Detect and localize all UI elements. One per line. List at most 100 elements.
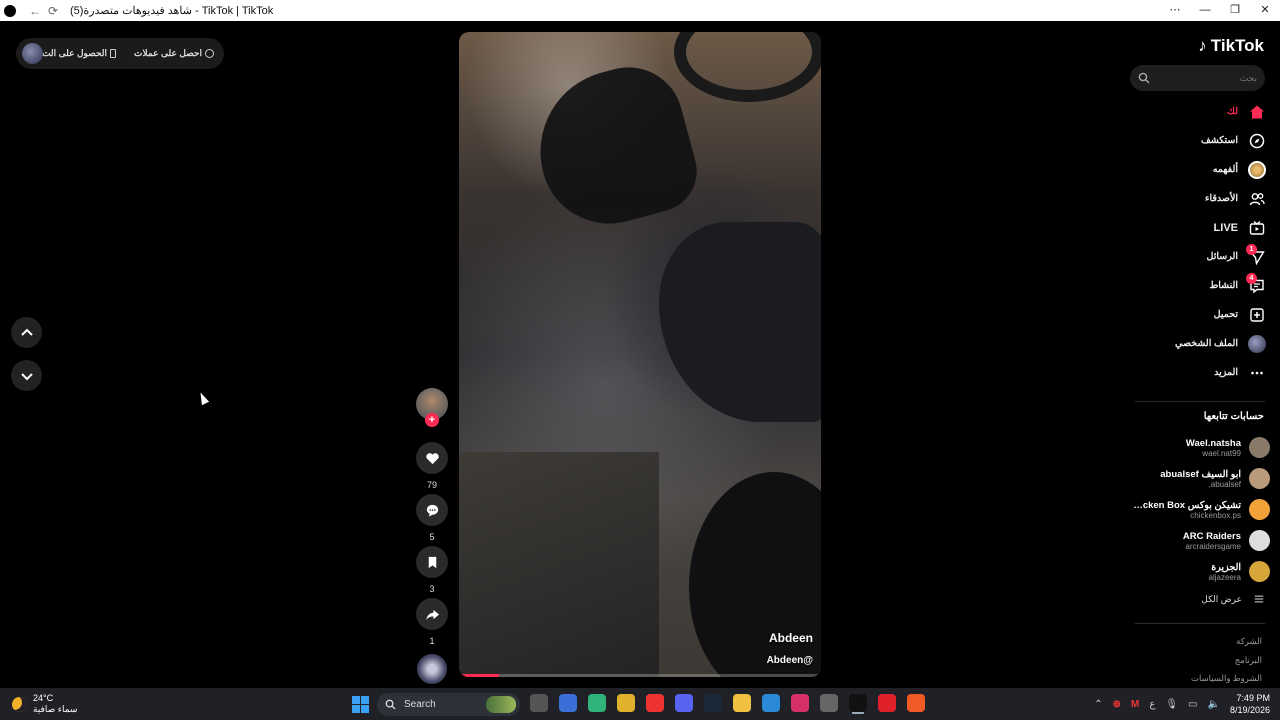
comment-button[interactable] <box>416 494 448 526</box>
app-icon[interactable] <box>588 694 606 712</box>
live-icon <box>1249 220 1265 235</box>
save-button[interactable] <box>416 546 448 578</box>
menu-item-activity[interactable]: 4 النشاط <box>1130 271 1266 300</box>
compass-icon <box>1249 133 1265 148</box>
creator-avatar[interactable]: + <box>416 388 448 427</box>
volume-icon[interactable]: 🔈 <box>1208 699 1220 710</box>
right-sidebar: ♪ TikTok بحث لك استكشف ألفهمه الأصدقاء L… <box>1130 21 1280 688</box>
menu-label-for-you: لك <box>1227 106 1238 117</box>
clock-time: 7:49 PM <box>1236 693 1270 703</box>
steam-icon[interactable] <box>704 694 722 712</box>
chevron-up-icon <box>20 328 33 336</box>
search-input[interactable]: بحث <box>1130 65 1265 91</box>
youtube-icon[interactable] <box>646 694 664 712</box>
home-icon <box>1250 105 1264 118</box>
menu-item-profile[interactable]: الملف الشخصي <box>1130 329 1266 358</box>
heart-icon <box>425 452 439 464</box>
menu-item-for-you[interactable]: لك <box>1130 97 1266 126</box>
language-indicator[interactable]: ع <box>1149 699 1155 710</box>
following-account[interactable]: الجزيرة aljazeera <box>1130 556 1270 587</box>
back-icon[interactable]: ← <box>26 4 44 18</box>
weather-widget[interactable]: 24°C سماء صافية <box>12 693 77 715</box>
store-icon[interactable] <box>559 694 577 712</box>
instagram-icon[interactable] <box>791 694 809 712</box>
menu-item-friends[interactable]: الأصدقاء <box>1130 184 1266 213</box>
minimize-icon[interactable]: — <box>1190 0 1220 21</box>
sidebar-divider <box>1135 401 1265 402</box>
menu-item-upload[interactable]: تحميل <box>1130 300 1266 329</box>
chevron-up-icon[interactable]: ⌃ <box>1094 699 1102 710</box>
next-video-button[interactable] <box>11 360 42 391</box>
following-account[interactable]: ابو السيف abualsef abualsef. <box>1130 463 1270 494</box>
coin-icon <box>205 49 214 58</box>
following-account[interactable]: ARC Raiders arcraidersgame <box>1130 525 1270 556</box>
search-icon <box>385 699 396 710</box>
menu-item-profile-circle[interactable]: ألفهمه <box>1130 155 1266 184</box>
share-count: 1 <box>429 636 435 646</box>
like-button[interactable] <box>416 442 448 474</box>
video-handle[interactable]: Abdeen@ <box>767 655 813 666</box>
activity-badge: 4 <box>1246 273 1257 284</box>
following-account[interactable]: Wael.natsha wael.nat99 <box>1130 432 1270 463</box>
like-count: 79 <box>426 480 437 490</box>
following-account[interactable]: تشيكن بوكس Chicken Box chickenbox.ps <box>1130 494 1270 525</box>
clock[interactable]: 7:49 PM 8/19/2026 <box>1230 692 1270 716</box>
menu-item-messages[interactable]: 1 الرسائل <box>1130 242 1266 271</box>
tray-app-icon[interactable]: ⊕ <box>1113 699 1121 710</box>
video-scene-seat <box>522 55 706 239</box>
brave-icon[interactable] <box>907 694 925 712</box>
footer-link[interactable]: الشروط والسياسات <box>1191 669 1262 688</box>
clock-date: 8/19/2026 <box>1229 705 1270 715</box>
share-button[interactable] <box>416 598 448 630</box>
tiktok-icon[interactable] <box>849 694 867 712</box>
menu-item-more[interactable]: المزيد <box>1130 358 1266 387</box>
microphone-icon[interactable]: 🎙 <box>1165 699 1178 710</box>
explorer-icon[interactable] <box>733 694 751 712</box>
see-all-button[interactable]: عرض الكل <box>1130 587 1270 611</box>
video-scene-tires <box>674 32 821 102</box>
video-progress-bar[interactable] <box>459 674 821 677</box>
video-player[interactable]: Abdeen Abdeen@ <box>459 32 821 677</box>
discord-icon[interactable] <box>675 694 693 712</box>
save-count: 3 <box>429 584 435 594</box>
chrome-icon[interactable] <box>617 694 635 712</box>
previous-video-button[interactable] <box>11 317 42 348</box>
menu-item-explore[interactable]: استكشف <box>1130 126 1266 155</box>
user-avatar[interactable] <box>22 43 43 64</box>
task-view-icon[interactable] <box>530 694 548 712</box>
menu-item-live[interactable]: LIVE <box>1130 213 1266 242</box>
browser-title-bar: ← ⟳ شاهد فيديوهات متصدرة(5) - TikTok | T… <box>0 0 1280 21</box>
video-author[interactable]: Abdeen <box>769 631 813 645</box>
share-icon <box>425 609 439 620</box>
account-avatar <box>1249 468 1270 489</box>
get-coins-button[interactable]: احصل على عملات <box>134 48 214 59</box>
following-list: Wael.natsha wael.nat99 ابو السيف abualse… <box>1130 432 1270 611</box>
menu-icon[interactable]: ⋯ <box>1160 0 1190 21</box>
reload-icon[interactable]: ⟳ <box>44 4 62 18</box>
menu-label-messages: الرسائل <box>1206 251 1238 262</box>
maximize-icon[interactable]: ❐ <box>1220 0 1250 21</box>
footer-link[interactable]: البرنامج <box>1191 651 1262 670</box>
video-scene-wheel <box>689 472 821 677</box>
taskbar-search[interactable]: Search <box>377 693 520 716</box>
tiktok-logo[interactable]: ♪ TikTok <box>1198 36 1264 56</box>
network-icon[interactable]: ▭ <box>1188 699 1197 710</box>
music-disc-icon[interactable] <box>417 654 447 684</box>
menu-label-live: LIVE <box>1213 221 1238 234</box>
account-username: aljazeera <box>1208 572 1241 582</box>
windows-logo-icon <box>352 696 360 704</box>
footer-link[interactable]: الشركة <box>1191 632 1262 651</box>
follow-plus-icon[interactable]: + <box>425 413 439 427</box>
opera-icon[interactable] <box>878 694 896 712</box>
app2-icon[interactable] <box>762 694 780 712</box>
sidebar-divider <box>1135 623 1265 624</box>
menu-label-friends: الأصدقاء <box>1204 193 1238 204</box>
windows-logo-icon <box>361 705 369 713</box>
search-placeholder: بحث <box>1239 72 1257 83</box>
start-button[interactable] <box>352 696 369 713</box>
get-app-button[interactable]: الحصول على الت... <box>35 48 117 59</box>
tray-app-icon[interactable]: M <box>1131 699 1139 710</box>
app3-icon[interactable] <box>820 694 838 712</box>
close-icon[interactable]: ✕ <box>1250 0 1280 21</box>
see-all-label: عرض الكل <box>1201 593 1242 604</box>
